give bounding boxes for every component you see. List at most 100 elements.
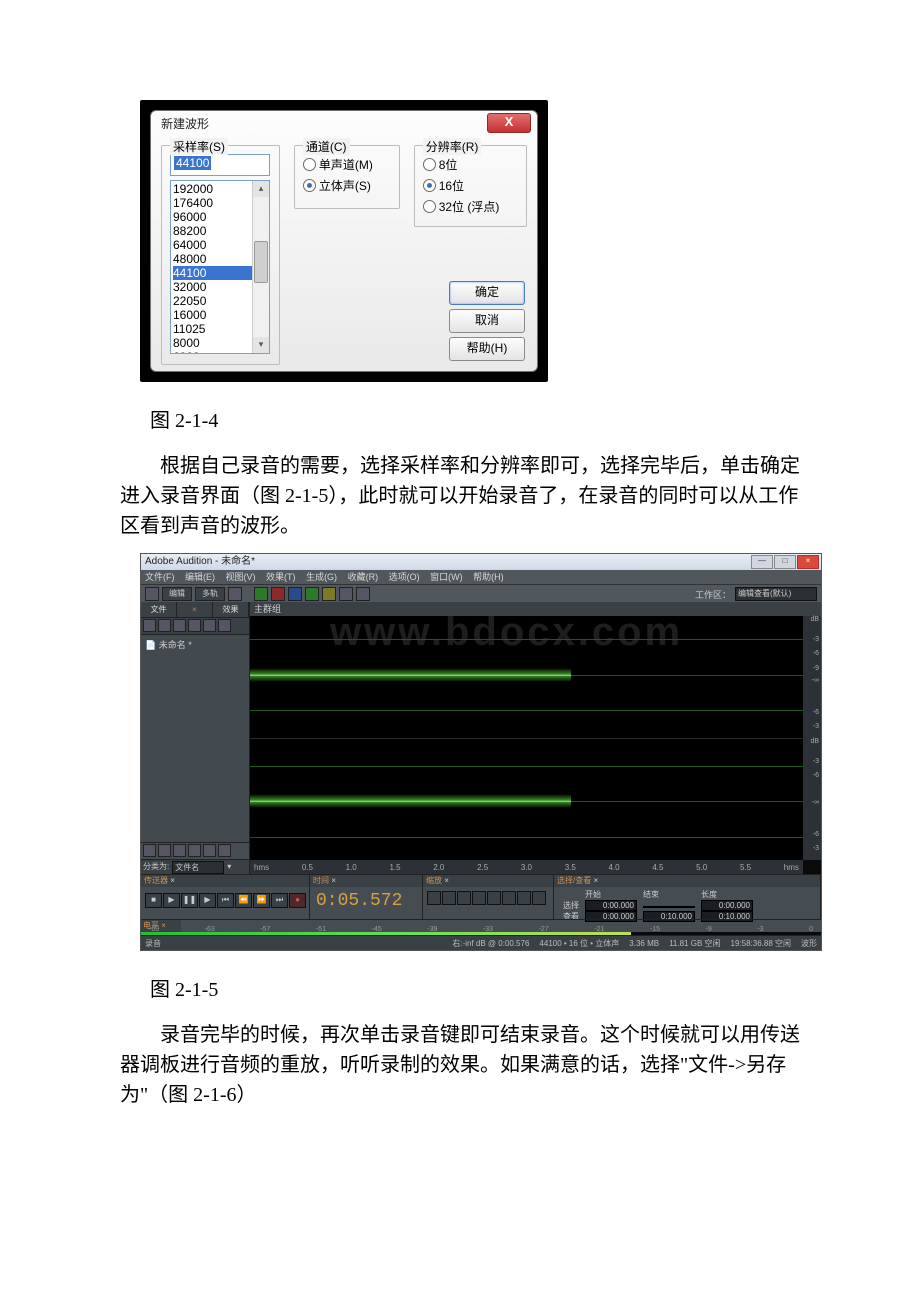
scrollbar[interactable]: ▴ ▾ [252,181,269,353]
play-button[interactable]: ▶ [163,893,180,908]
zoom-in-h-icon[interactable] [427,891,441,905]
scroll-up-icon[interactable]: ▴ [253,181,269,197]
zoom-left-icon[interactable] [487,891,501,905]
trash-icon[interactable] [143,844,156,857]
files-bottom-toolbar [141,842,249,859]
close-button[interactable]: X [487,113,531,133]
record-button[interactable]: ● [289,893,306,908]
tab-close-icon[interactable]: × [177,602,213,617]
toolbar-icon[interactable] [288,587,302,601]
menu-help[interactable]: 帮助(H) [473,572,504,582]
open-file-icon[interactable] [143,619,156,632]
status-bar: 录音 右:-inf dB @ 0:00.576 44100 • 16 位 • 立… [141,935,821,950]
mode-multitrack-button[interactable]: 多轨 [195,587,225,601]
play-loop-button[interactable]: ▶ [199,893,216,908]
toolbar-icon[interactable] [145,587,159,601]
radio-icon [423,200,436,213]
ok-button[interactable]: 确定 [449,281,525,305]
minimize-button[interactable]: — [751,555,773,569]
pause-button[interactable]: ❚❚ [181,893,198,908]
sel-start[interactable]: 0:00.000 [585,900,637,911]
zoom-out-v-icon[interactable] [532,891,546,905]
toolbar-icon[interactable] [254,587,268,601]
zoom-right-icon[interactable] [502,891,516,905]
resolution-32-radio[interactable]: 32位 (浮点) [423,198,518,215]
mode-edit-button[interactable]: 编辑 [162,587,192,601]
rewind-button[interactable]: ⏪ [235,893,252,908]
audition-screenshot: Adobe Audition - 未命名* — □ × 文件(F) 编辑(E) … [140,553,822,951]
workspace-dropdown[interactable]: 编辑查看(默认) [735,587,817,601]
loop-icon[interactable] [173,844,186,857]
menu-generate[interactable]: 生成(G) [306,572,337,582]
menu-window[interactable]: 窗口(W) [430,572,463,582]
scroll-down-icon[interactable]: ▾ [253,337,269,353]
help-icon[interactable] [218,619,231,632]
options-icon[interactable] [203,619,216,632]
resolution-group: 分辨率(R) 8位 16位 32位 (浮点) [414,145,527,227]
dialog-title: 新建波形 [161,117,209,131]
scroll-thumb[interactable] [254,241,268,283]
maximize-button[interactable]: □ [774,555,796,569]
time-display: 0:05.572 [316,891,402,911]
marker-icon[interactable] [203,844,216,857]
help-button[interactable]: 帮助(H) [449,337,525,361]
tab-effects[interactable]: 效果 [213,602,249,617]
radio-icon [303,179,316,192]
close-button[interactable]: × [797,555,819,569]
channel-stereo-radio[interactable]: 立体声(S) [303,177,391,194]
menu-options[interactable]: 选项(O) [389,572,420,582]
sel-end[interactable] [643,906,695,908]
sample-rate-list[interactable]: 192000 176400 96000 88200 64000 48000 44… [170,180,270,354]
zoom-in-v-icon[interactable] [517,891,531,905]
status-view: 波形 [801,938,817,949]
cd-icon[interactable] [228,587,242,601]
skip-back-button[interactable]: ⏮ [217,893,234,908]
skip-fwd-button[interactable]: ⏭ [271,893,288,908]
options-icon[interactable] [218,844,231,857]
zoom-sel-icon[interactable] [472,891,486,905]
resolution-legend: 分辨率(R) [423,138,482,155]
toolbar-icon[interactable] [271,587,285,601]
forward-button[interactable]: ⏩ [253,893,270,908]
resolution-16-radio[interactable]: 16位 [423,177,518,194]
menu-edit[interactable]: 编辑(E) [185,572,215,582]
body-paragraph-1: 根据自己录音的需要，选择采样率和分辨率即可，选择完毕后，单击确定进入录音界面（图… [120,451,800,541]
zoom-full-icon[interactable] [457,891,471,905]
cancel-button[interactable]: 取消 [449,309,525,333]
autoplay-icon[interactable] [188,844,201,857]
channel-mono-radio[interactable]: 单声道(M) [303,156,391,173]
sample-rate-input[interactable]: 44100 [170,154,270,176]
waveform-display[interactable]: www.bdocx.com [250,616,803,860]
sort-dir-icon[interactable]: ▾ [227,860,231,874]
transport-panel: 传送器 × ■ ▶ ❚❚ ▶ ⏮ ⏪ ⏩ ⏭ ● [141,875,310,919]
toolbar-icon[interactable] [305,587,319,601]
sel-len[interactable]: 0:00.000 [701,900,753,911]
toolbar-icon[interactable] [356,587,370,601]
close-file-icon[interactable] [158,619,171,632]
toolbar-icon[interactable] [339,587,353,601]
time-ruler[interactable]: hms 0.5 1.0 1.5 2.0 2.5 3.0 3.5 4.0 4.5 … [250,860,803,874]
file-item[interactable]: 📄 未命名 * [145,638,245,651]
zoom-out-h-icon[interactable] [442,891,456,905]
channels-legend: 通道(C) [303,138,350,155]
sample-rate-group: 采样率(S) 44100 192000 176400 96000 88200 6… [161,145,280,365]
menu-effects[interactable]: 效果(T) [266,572,296,582]
edit-icon[interactable] [173,619,186,632]
play-icon[interactable] [158,844,171,857]
col-start: 开始 [582,889,640,900]
close-icon: X [505,114,514,129]
files-panel: 文件 × 效果 📄 未命名 * [141,602,250,874]
resolution-8-radio[interactable]: 8位 [423,156,518,173]
stop-button[interactable]: ■ [145,893,162,908]
insert-icon[interactable] [188,619,201,632]
file-list[interactable]: 📄 未命名 * [141,635,249,842]
workspace-label: 工作区： [695,588,731,601]
sort-bar: 分类为: 文件名 ▾ [141,859,249,874]
sort-dropdown[interactable]: 文件名 [172,861,224,874]
menu-file[interactable]: 文件(F) [145,572,175,582]
tab-files[interactable]: 文件 [141,602,177,617]
menu-view[interactable]: 视图(V) [226,572,256,582]
toolbar-icon[interactable] [322,587,336,601]
figure-caption-2: 图 2-1-5 [150,973,800,1002]
menu-fav[interactable]: 收藏(R) [348,572,379,582]
